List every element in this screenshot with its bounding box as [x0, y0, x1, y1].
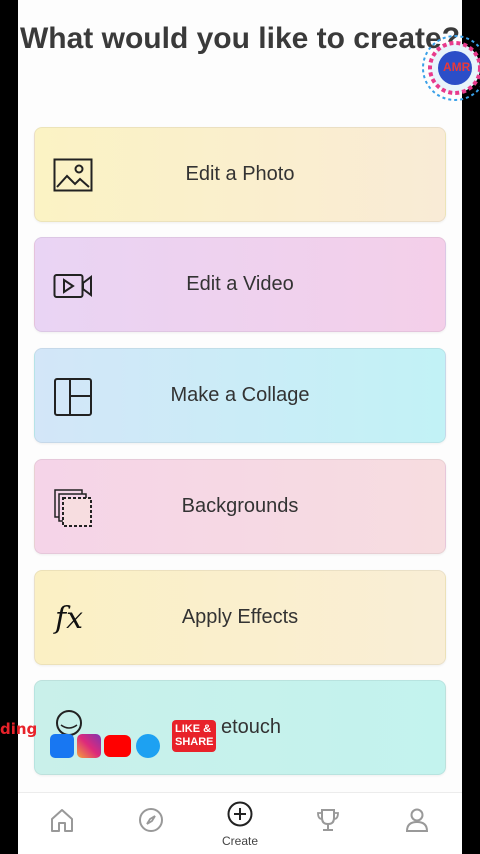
nav-home[interactable] — [32, 793, 92, 854]
bottom-nav: Create — [18, 792, 462, 854]
nav-discover[interactable] — [121, 793, 181, 854]
backgrounds-button[interactable]: Backgrounds — [34, 459, 446, 554]
make-collage-button[interactable]: Make a Collage — [34, 348, 446, 443]
backgrounds-label: Backgrounds — [181, 495, 299, 517]
make-collage-label: Make a Collage — [170, 384, 310, 406]
edit-video-button[interactable]: Edit a Video — [34, 237, 446, 332]
like-share-sticker: LIKE & SHARE — [172, 720, 216, 752]
instagram-icon — [77, 734, 101, 758]
nav-create-label: Create — [221, 834, 259, 848]
channel-logo-text: AMR — [443, 60, 471, 74]
home-icon — [51, 809, 73, 832]
nav-create[interactable]: Create — [210, 793, 270, 854]
social-overlay: ding LIKE & SHARE — [0, 712, 240, 772]
youtube-icon — [104, 735, 131, 757]
nav-profile[interactable] — [387, 793, 447, 854]
side-text: ding — [0, 720, 38, 738]
compass-icon — [139, 808, 163, 832]
plus-circle-icon — [227, 801, 253, 827]
channel-logo: AMR — [419, 31, 480, 106]
edit-video-label: Edit a Video — [186, 273, 294, 295]
edit-photo-button[interactable]: Edit a Photo — [34, 127, 446, 222]
twitter-icon — [136, 734, 160, 758]
nav-challenges[interactable] — [298, 793, 358, 854]
person-icon — [405, 808, 429, 832]
apply-effects-label: Apply Effects — [181, 606, 299, 628]
page-title: What would you like to create? — [19, 22, 461, 55]
edit-photo-label: Edit a Photo — [185, 163, 295, 185]
apply-effects-button[interactable]: fx Apply Effects — [34, 570, 446, 665]
facebook-icon — [50, 734, 74, 758]
trophy-icon — [317, 809, 339, 831]
